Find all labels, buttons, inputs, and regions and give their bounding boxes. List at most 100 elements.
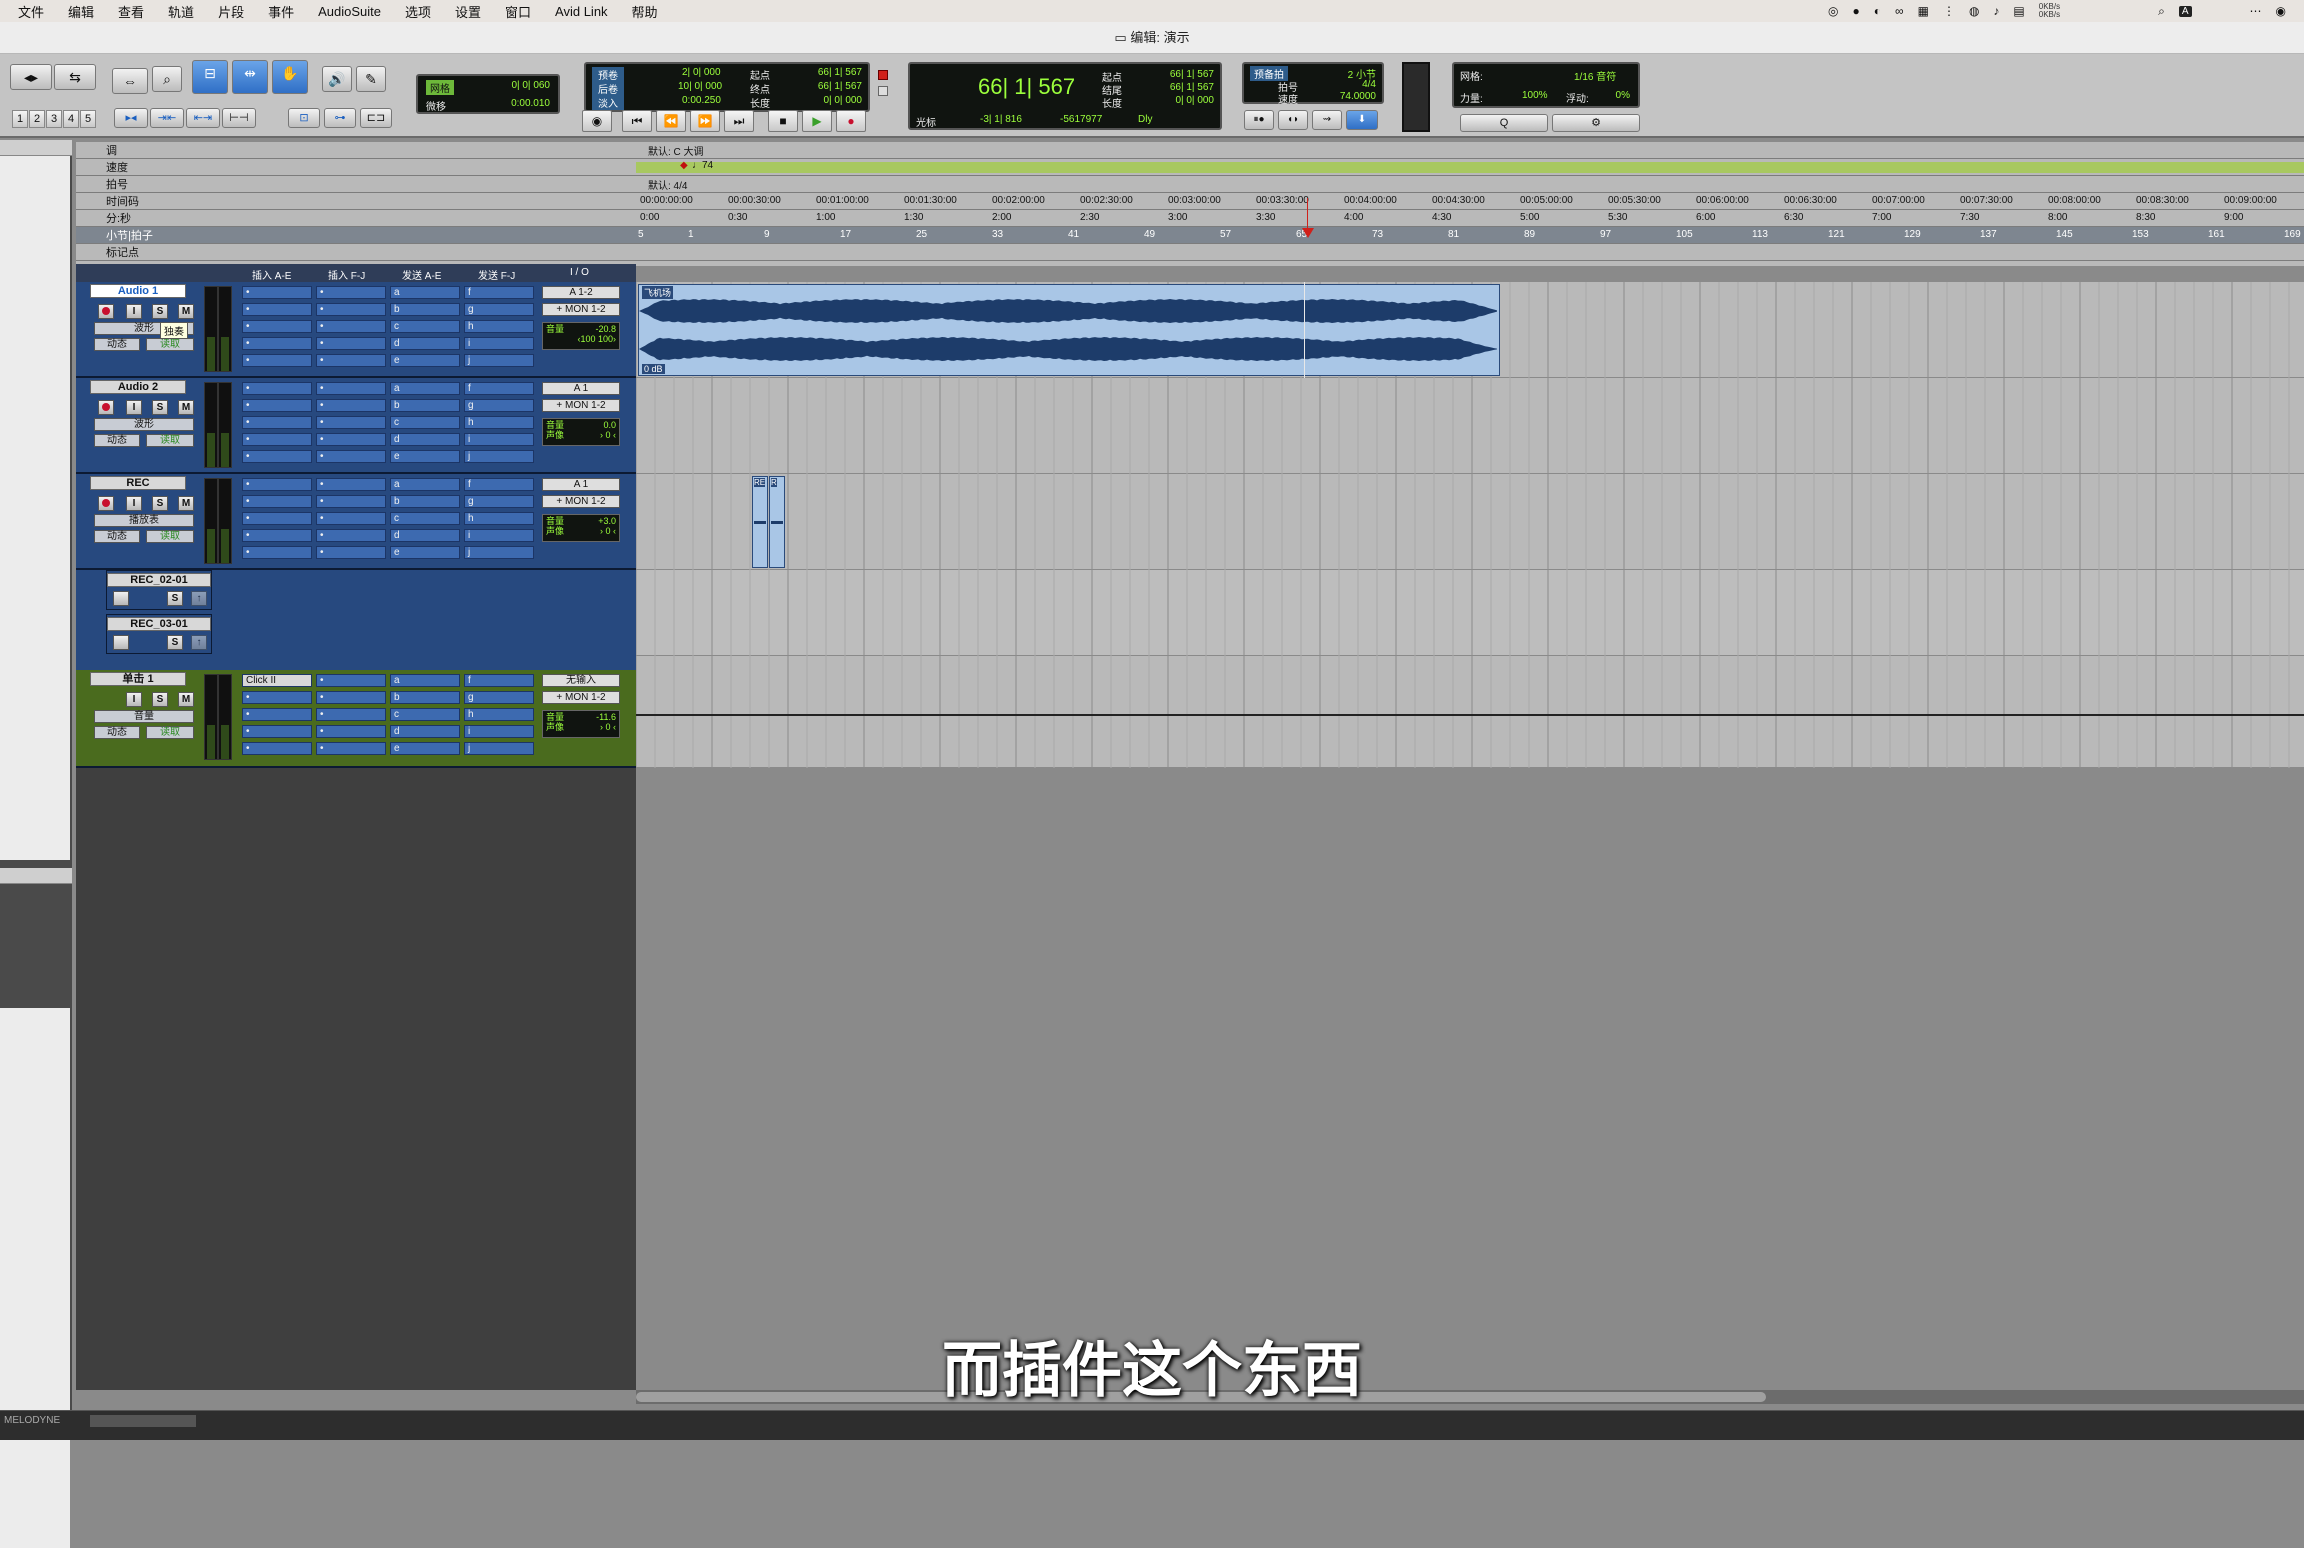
track-number-1[interactable]: 1 [12,110,28,128]
insert-slot-ae[interactable]: Click II [242,674,312,687]
sel-end-value[interactable]: 66| 1| 567 [818,81,862,92]
input-monitor-button[interactable]: I [126,400,142,415]
link-icon[interactable]: ∞ [1895,4,1904,18]
insert-slot-fj[interactable]: • [316,742,386,755]
volume-value[interactable]: -11.6 [596,712,616,722]
insert-slot-ae[interactable]: • [242,433,312,446]
automation-mode-selector[interactable]: 读取 [146,434,194,447]
automation-label[interactable]: 动态 [94,726,140,739]
scrubber-tool-button[interactable]: 🔊 [322,66,352,92]
send-slot-ae[interactable]: b [390,691,460,704]
playlist-row[interactable]: REC_03-01 S ↑ [106,614,212,654]
postroll-label[interactable]: 后卷 [592,81,624,96]
menu-audiosuite[interactable]: AudioSuite [306,4,393,19]
scroll-icon[interactable]: ◎ [1828,4,1838,18]
send-slot-ae[interactable]: c [390,512,460,525]
sel-length-value[interactable]: 0| 0| 000 [823,95,862,106]
insert-slot-ae[interactable]: • [242,708,312,721]
insert-slot-fj[interactable]: • [316,512,386,525]
input-source-icon[interactable]: A [2178,5,2192,17]
pan-value[interactable]: › 0 ‹ [600,722,616,732]
bars-ruler[interactable]: 小节|拍子 5 1 9 17 25 33 41 49 57 65 73 81 89 97 105 113 121… [76,227,2304,244]
playlist-up-button[interactable]: ↑ [191,591,207,606]
insert-slot-fj[interactable]: • [316,337,386,350]
send-slot-fj[interactable]: f [464,478,534,491]
send-slot-fj[interactable]: i [464,725,534,738]
markers-ruler[interactable]: 标记点 [76,244,2304,261]
tempo-value[interactable]: 74.0000 [1340,91,1376,102]
zoom-preset-2[interactable]: ⇥⇤ [150,108,184,128]
solo-button[interactable]: S [152,400,168,415]
plugin-tab-strip[interactable] [90,1415,196,1427]
track-view-selector[interactable]: 音量 [94,710,194,723]
automation-mode-selector[interactable]: 读取 [146,338,194,351]
send-slot-ae[interactable]: b [390,495,460,508]
midi-merge-button[interactable]: ⬇ [1346,110,1378,130]
return-to-zero-button[interactable]: ⏮ [622,110,652,132]
insert-slot-fj[interactable]: • [316,286,386,299]
slip-mode-button[interactable]: ⇆ [54,64,96,90]
output-selector[interactable]: + MON 1-2 [542,495,620,508]
quantize-button[interactable]: Q [1460,114,1548,132]
bell-icon[interactable]: ♪ [1993,4,1999,18]
send-slot-ae[interactable]: d [390,529,460,542]
menu-window[interactable]: 窗口 [493,2,543,21]
folder-icon[interactable]: ▤ [2013,4,2024,18]
send-slot-fj[interactable]: i [464,337,534,350]
insert-slot-fj[interactable]: • [316,399,386,412]
link-track-button[interactable]: ⊶ [324,108,356,128]
insert-slot-ae[interactable]: • [242,529,312,542]
send-slot-ae[interactable]: b [390,303,460,316]
minsec-ruler[interactable]: 分:秒 0:00 0:30 1:00 1:30 2:00 2:30 3:00 3:30 4:00… [76,210,2304,227]
insert-slot-ae[interactable]: • [242,303,312,316]
send-slot-fj[interactable]: j [464,742,534,755]
insert-slot-fj[interactable]: • [316,529,386,542]
volume-value[interactable]: +3.0 [598,516,616,526]
track-number-3[interactable]: 3 [46,110,62,128]
grid-icon[interactable]: ▦ [1918,4,1929,18]
insert-slot-ae[interactable]: • [242,725,312,738]
send-slot-fj[interactable]: h [464,416,534,429]
zoom-preset-1[interactable]: ▸◂ [114,108,148,128]
insert-slot-fj[interactable]: • [316,478,386,491]
send-slot-fj[interactable]: i [464,529,534,542]
grid-settings-button[interactable]: ⚙ [1552,114,1640,132]
zoom-preset-4[interactable]: ⊢⊣ [222,108,256,128]
menu-event[interactable]: 事件 [256,2,306,21]
input-monitor-button[interactable]: I [126,496,142,511]
insert-slot-fj[interactable]: • [316,320,386,333]
insert-slot-fj[interactable]: • [316,303,386,316]
input-selector[interactable]: A 1 [542,382,620,395]
timecode-ruler[interactable]: 时间码 00:00:00:00 00:00:30:00 00:01:00:00 00:… [76,193,2304,210]
input-selector[interactable]: 无输入 [542,674,620,687]
send-slot-ae[interactable]: e [390,450,460,463]
volume-value[interactable]: -20.8 [595,324,616,334]
solo-button[interactable]: S [152,692,168,707]
key-ruler[interactable]: 调 默认: C 大调 [76,142,2304,159]
automation-label[interactable]: 动态 [94,434,140,447]
tempo-map-button[interactable]: ⇝ [1312,110,1342,130]
send-slot-fj[interactable]: h [464,320,534,333]
playlist-target-button[interactable] [113,591,129,606]
send-slot-ae[interactable]: c [390,416,460,429]
preroll-value[interactable]: 2| 0| 000 [682,67,721,78]
volume-pan-display[interactable]: 音量 0.0 声像 › 0 ‹ [542,418,620,446]
send-slot-fj[interactable]: j [464,546,534,559]
search-icon[interactable]: ⌕ [2158,4,2165,19]
main-counter-display[interactable]: 66| 1| 567 起点 66| 1| 567 结尾 66| 1| 567 长… [908,62,1222,130]
online-button[interactable]: ◉ [582,110,612,132]
playlist-target-button[interactable] [113,635,129,650]
zoom-tool-button[interactable]: ⌕ [152,66,182,92]
track-list[interactable] [0,140,70,860]
zoom-toggle-button[interactable]: ⇔ [112,68,148,94]
insert-slot-ae[interactable]: • [242,546,312,559]
insert-slot-ae[interactable]: • [242,450,312,463]
group-list[interactable] [0,1008,70,1548]
rec-clip-2[interactable]: R [769,476,785,568]
output-selector[interactable]: + MON 1-2 [542,399,620,412]
send-slot-fj[interactable]: g [464,399,534,412]
mute-button[interactable]: M [178,692,194,707]
tempo-lane[interactable] [636,162,2304,173]
halfmoon-icon[interactable]: ◐ [1874,4,1881,18]
menu-track[interactable]: 轨道 [156,2,206,21]
